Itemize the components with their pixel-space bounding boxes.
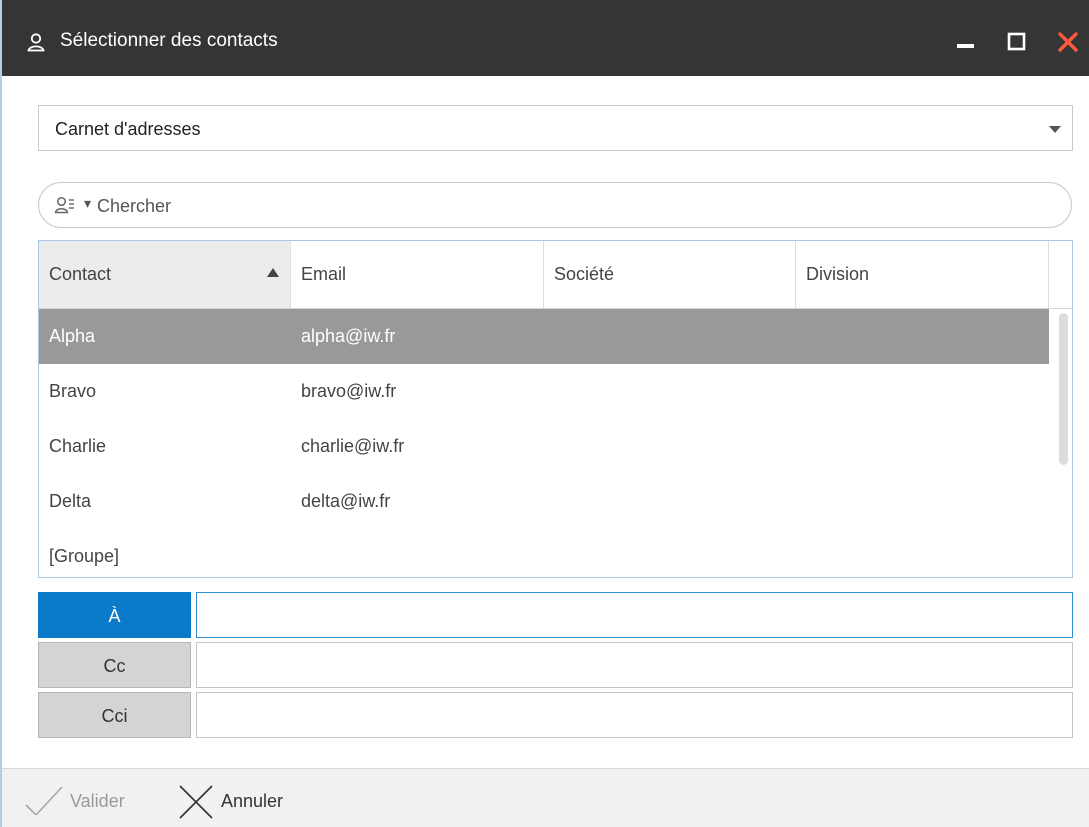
search-input[interactable] [97, 193, 1037, 219]
contact-cell: Bravo [49, 381, 97, 401]
contact-cell: Charlie [49, 436, 107, 456]
email-cell: delta@iw.fr [301, 491, 391, 511]
select-contacts-dialog: Sélectionner des contacts Carnet d'adres… [0, 0, 1089, 827]
cc-button[interactable]: Cc [38, 642, 191, 688]
sort-ascending-icon [267, 268, 279, 277]
contact-cell: [Groupe] [49, 546, 120, 566]
column-header-division[interactable]: Division [796, 241, 1049, 308]
table-row[interactable]: Bravo bravo@iw.fr [39, 364, 1049, 419]
title-bar: Sélectionner des contacts [2, 0, 1089, 76]
cancel-x-icon [179, 785, 213, 819]
cc-field[interactable] [196, 642, 1073, 688]
person-icon [27, 33, 45, 52]
validate-label: Valider [70, 791, 125, 811]
column-label: Contact [49, 264, 112, 284]
minimize-icon[interactable] [954, 30, 978, 54]
filter-caret-icon[interactable]: ▾ [84, 195, 91, 212]
contact-cell: Alpha [49, 326, 96, 346]
table-row[interactable]: Alpha alpha@iw.fr [39, 309, 1049, 364]
cancel-label: Annuler [221, 791, 284, 811]
column-header-email[interactable]: Email [291, 241, 544, 308]
to-field[interactable] [196, 592, 1073, 638]
grid-header: Contact Email Société Division [39, 241, 1072, 309]
grid-scrollbar[interactable] [1059, 313, 1068, 465]
email-cell: charlie@iw.fr [301, 436, 405, 456]
close-icon[interactable] [1056, 30, 1080, 54]
search-box: ▾ [38, 182, 1072, 228]
window-title: Sélectionner des contacts [60, 30, 278, 51]
email-cell: bravo@iw.fr [301, 381, 397, 401]
bcc-button[interactable]: Cci [38, 692, 191, 738]
address-book-selected: Carnet d'adresses [55, 119, 201, 139]
dropdown-arrow-icon [1049, 126, 1061, 133]
to-button[interactable]: À [38, 592, 191, 638]
address-book-select[interactable]: Carnet d'adresses [38, 105, 1073, 151]
column-label: Société [554, 264, 615, 284]
checkmark-icon [25, 786, 63, 815]
email-cell: alpha@iw.fr [301, 326, 396, 346]
column-header-spacer [1049, 241, 1072, 308]
table-row[interactable]: Charlie charlie@iw.fr [39, 419, 1049, 474]
column-header-contact[interactable]: Contact [39, 241, 291, 308]
contact-cell: Delta [49, 491, 92, 511]
column-header-societe[interactable]: Société [544, 241, 796, 308]
contact-filter-icon[interactable] [54, 195, 76, 217]
column-label: Division [806, 264, 870, 284]
dialog-footer: Valider Annuler [2, 768, 1089, 827]
maximize-icon[interactable] [1005, 30, 1029, 54]
contacts-grid: Contact Email Société Division Alpha alp… [38, 240, 1073, 578]
column-label: Email [301, 264, 347, 284]
table-row[interactable]: [Groupe] [39, 529, 1049, 577]
bcc-field[interactable] [196, 692, 1073, 738]
table-row[interactable]: Delta delta@iw.fr [39, 474, 1049, 529]
